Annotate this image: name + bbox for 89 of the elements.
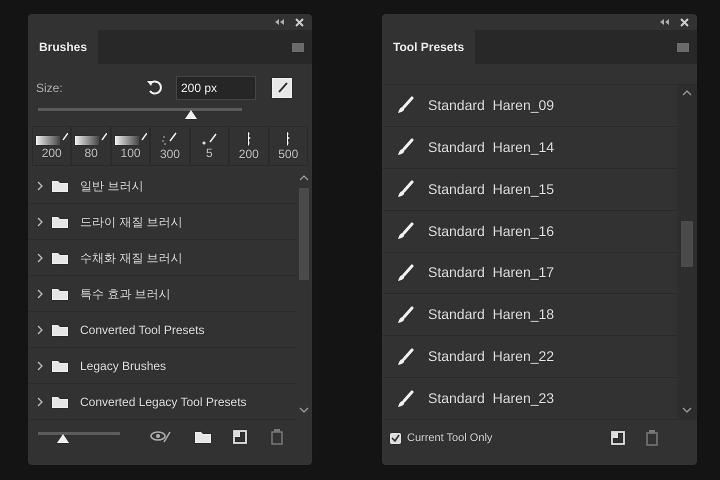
checkbox-label: Current Tool Only — [407, 430, 494, 446]
folder-icon[interactable] — [52, 323, 68, 336]
collapse-icon[interactable] — [659, 18, 670, 26]
preset-name: Standard Haren_23 — [428, 389, 554, 408]
preset-name: Standard Haren_22 — [428, 347, 554, 366]
brush-folder-row[interactable]: Converted Legacy Tool Presets — [28, 384, 296, 420]
size-field[interactable]: 200 px — [176, 76, 256, 100]
scroll-up-icon[interactable] — [682, 89, 692, 97]
new-folder-icon[interactable] — [194, 430, 211, 443]
folder-name: 특수 효과 브러시 — [80, 286, 171, 302]
brush-icon[interactable] — [396, 180, 414, 198]
brush-icon[interactable] — [396, 306, 414, 324]
brush-preset[interactable]: 500 — [268, 126, 308, 166]
size-slider[interactable] — [38, 106, 242, 120]
size-label: Size: — [36, 80, 64, 97]
scroll-down-icon[interactable] — [682, 406, 692, 414]
folder-icon[interactable] — [52, 251, 68, 264]
preview-size-slider[interactable] — [38, 430, 120, 444]
panel-tab[interactable]: Brushes — [28, 30, 98, 64]
new-preset-icon[interactable] — [611, 431, 625, 445]
folder-name: 수채화 재질 브러시 — [80, 250, 183, 266]
preset-name: Standard Haren_15 — [428, 180, 554, 199]
folder-name: Converted Legacy Tool Presets — [80, 394, 247, 410]
brush-icon[interactable] — [396, 222, 414, 240]
brush-folder-row[interactable]: 일반 브러시 — [28, 168, 296, 204]
folder-icon[interactable] — [52, 179, 68, 192]
brush-icon[interactable] — [396, 348, 414, 366]
brush-tip-icon — [246, 132, 252, 146]
close-icon[interactable] — [295, 18, 304, 26]
brush-folder-row[interactable]: 수채화 재질 브러시 — [28, 240, 296, 276]
scrollbar-thumb[interactable] — [681, 221, 693, 267]
folder-icon[interactable] — [52, 359, 68, 372]
brush-icon — [276, 82, 288, 94]
brush-preset[interactable]: 100 — [110, 126, 150, 166]
preset-name: Standard Haren_17 — [428, 263, 554, 282]
folder-name: Converted Tool Presets — [80, 322, 205, 338]
folder-icon[interactable] — [52, 215, 68, 228]
brush-icon[interactable] — [396, 264, 414, 282]
preset-size: 500 — [278, 146, 298, 160]
collapse-icon[interactable] — [274, 18, 285, 26]
brush-tip-icon — [202, 132, 217, 144]
new-brush-icon[interactable] — [233, 430, 248, 444]
new-brush-button[interactable] — [272, 78, 292, 98]
brush-folder-row[interactable]: 특수 효과 브러시 — [28, 276, 296, 312]
brush-preset[interactable]: 200 — [32, 126, 72, 166]
preset-name: Standard Haren_14 — [428, 138, 554, 157]
brush-tip-icon — [36, 132, 68, 144]
folder-name: 일반 브러시 — [80, 178, 144, 194]
menu-icon[interactable] — [292, 42, 304, 52]
menu-icon[interactable] — [677, 42, 689, 52]
folder-icon[interactable] — [52, 395, 68, 408]
brush-folder-row[interactable]: 드라이 재질 브러시 — [28, 204, 296, 240]
brush-preset[interactable]: 5 — [190, 126, 230, 166]
slider-thumb[interactable] — [56, 434, 69, 442]
close-icon[interactable] — [680, 18, 689, 26]
folder-icon[interactable] — [52, 287, 68, 300]
delete-icon[interactable] — [645, 430, 659, 446]
folder-name: Legacy Brushes — [80, 358, 166, 374]
slider-thumb[interactable] — [185, 110, 197, 119]
brush-tip-icon — [162, 132, 178, 146]
brush-folder-row[interactable]: Converted Tool Presets — [28, 312, 296, 348]
folder-name: 드라이 재질 브러시 — [80, 214, 183, 230]
brush-folder-row[interactable]: Legacy Brushes — [28, 348, 296, 384]
brush-tip-icon — [75, 132, 108, 144]
preset-size: 100 — [120, 146, 141, 160]
panel-tab[interactable]: Tool Presets — [382, 30, 476, 64]
preset-size: 200 — [238, 146, 259, 160]
brush-icon[interactable] — [396, 390, 414, 408]
preset-size: 5 — [206, 146, 213, 160]
checkbox[interactable] — [390, 432, 401, 444]
scrollbar-thumb[interactable] — [299, 188, 309, 280]
brush-tip-icon — [114, 132, 147, 144]
brush-preset[interactable]: 300 — [150, 126, 190, 166]
brush-preset[interactable]: 200 — [229, 126, 269, 166]
delete-icon[interactable] — [270, 428, 284, 444]
brush-icon[interactable] — [396, 96, 414, 114]
preset-size: 300 — [160, 146, 180, 160]
preset-size: 80 — [84, 146, 98, 160]
brush-icon[interactable] — [396, 138, 414, 156]
brush-preset[interactable]: 80 — [71, 126, 111, 166]
reset-icon[interactable] — [146, 79, 164, 97]
preset-name: Standard Haren_18 — [428, 305, 554, 324]
brush-tip-icon — [285, 132, 292, 146]
preset-name: Standard Haren_09 — [428, 96, 554, 115]
scroll-up-icon[interactable] — [299, 174, 309, 182]
visibility-icon[interactable] — [150, 430, 172, 444]
scroll-down-icon[interactable] — [299, 406, 309, 414]
preset-size: 200 — [42, 146, 62, 160]
preset-name: Standard Haren_16 — [428, 222, 554, 241]
